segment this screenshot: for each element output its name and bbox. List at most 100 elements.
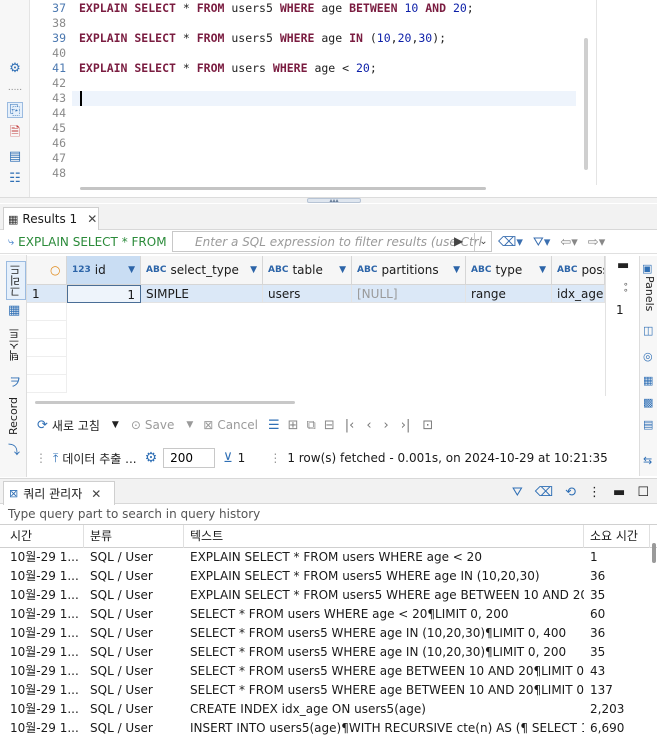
maximize-icon[interactable]: ☐: [637, 485, 649, 500]
chevron-down-icon[interactable]: ▼: [112, 420, 119, 430]
execute-script-icon[interactable]: ⎘: [7, 102, 23, 118]
history-row[interactable]: 10월-29 1... SQL / User SELECT * FROM users…: [0, 662, 650, 681]
column-header-id[interactable]: 123 id ▼: [67, 256, 141, 285]
history-row[interactable]: 10월-29 1... SQL / User EXPLAIN SELECT * FR…: [0, 548, 650, 567]
new-script-icon[interactable]: 🗎: [7, 125, 23, 142]
view-text-tab[interactable]: 텍스트: [7, 328, 23, 361]
panels-icon[interactable]: ▣: [642, 262, 652, 275]
previous-page-icon[interactable]: ‹: [366, 418, 371, 433]
add-row-icon[interactable]: ⊞: [288, 418, 299, 433]
eraser-icon[interactable]: ⌫▾: [498, 235, 523, 250]
refresh-history-icon[interactable]: ⟲: [565, 485, 576, 500]
sql-editor[interactable]: ⚙ ..... ⎘ 🗎 ▤ ☷ 37 38 39 40 41 42 43 44 45 46 47 48…: [0, 0, 657, 203]
export-data-button[interactable]: ⤒ 데이터 추출 ...: [53, 450, 137, 467]
code-line[interactable]: EXPLAIN SELECT * FROM users5 WHERE age I…: [79, 31, 446, 46]
forward-arrow-icon[interactable]: ⇨▾: [588, 235, 605, 250]
column-header-table[interactable]: ABC table ▼: [263, 256, 352, 285]
filter-icon[interactable]: ⛛: [512, 485, 523, 500]
text-view-icon[interactable]: ヲ: [9, 373, 21, 390]
settings-icon[interactable]: ⚙: [145, 450, 158, 466]
editor-horizontal-scrollbar[interactable]: [80, 187, 486, 190]
query-history-scrollbar[interactable]: [652, 543, 656, 563]
history-column-header[interactable]: 텍스트: [184, 525, 584, 548]
panel-tool-icon-6[interactable]: ⇆: [643, 454, 652, 467]
history-column-header[interactable]: 시간: [4, 525, 84, 548]
tab-query-manager[interactable]: ⊠ 쿼리 관리자 ✕: [3, 481, 115, 505]
last-page-icon[interactable]: ›|: [401, 418, 411, 433]
grid-cell[interactable]: 1: [67, 285, 141, 303]
code-area[interactable]: EXPLAIN SELECT * FROM users5 WHERE age B…: [72, 0, 582, 185]
cancel-button[interactable]: ⊠ Cancel: [203, 418, 258, 432]
panel-tool-icon-2[interactable]: ◎: [643, 350, 653, 363]
close-icon[interactable]: ✕: [87, 212, 97, 226]
grid-view-icon[interactable]: ▦: [8, 303, 20, 318]
menu-icon[interactable]: ⋮: [588, 485, 601, 500]
editor-vertical-scrollbar[interactable]: [584, 38, 588, 170]
grid-cell[interactable]: [NULL]: [352, 285, 466, 303]
sort-icon[interactable]: ▼: [539, 265, 546, 275]
clear-history-icon[interactable]: ⌫: [535, 485, 553, 500]
panel-tool-icon-4[interactable]: ▩: [643, 396, 653, 409]
outline-icon[interactable]: ☷: [7, 170, 23, 186]
sort-icon[interactable]: ▼: [453, 265, 460, 275]
grid-cell[interactable]: users: [263, 285, 352, 303]
copy-row-icon[interactable]: ⧉: [307, 418, 316, 433]
column-header-type[interactable]: ABC type ▼: [466, 256, 552, 285]
history-row[interactable]: 10월-29 1... SQL / User SELECT * FROM users…: [0, 681, 650, 700]
query-history-table[interactable]: 10월-29 1... SQL / User EXPLAIN SELECT * FR…: [0, 548, 650, 744]
first-page-icon[interactable]: |‹: [345, 418, 355, 433]
grid-horizontal-scrollbar[interactable]: [35, 401, 295, 404]
code-line[interactable]: EXPLAIN SELECT * FROM users5 WHERE age B…: [79, 1, 474, 16]
history-row[interactable]: 10월-29 1... SQL / User SELECT * FROM users…: [0, 605, 650, 624]
grid-cell[interactable]: SIMPLE: [141, 285, 263, 303]
history-column-header[interactable]: 분류: [84, 525, 184, 548]
view-record-tab[interactable]: Record: [7, 397, 20, 435]
minimize-icon[interactable]: ▬: [613, 485, 625, 500]
back-arrow-icon[interactable]: ⇦▾: [560, 235, 577, 250]
tab-results-1[interactable]: ▦ Results 1 ✕: [3, 207, 99, 230]
column-menu-icon[interactable]: ▬: [617, 258, 629, 273]
delete-row-icon[interactable]: ⊟: [324, 418, 335, 433]
history-column-header[interactable]: 소요 시간: [584, 525, 650, 548]
panel-tool-icon-3[interactable]: ▦: [643, 374, 653, 387]
history-row[interactable]: 10월-29 1... SQL / User SELECT * FROM users…: [0, 624, 650, 643]
next-page-icon[interactable]: ›: [384, 418, 389, 433]
view-grid-tab[interactable]: 그리드: [6, 261, 26, 300]
sort-icon[interactable]: ▼: [250, 265, 257, 275]
gear-icon[interactable]: ⚙: [7, 60, 23, 76]
filter-expression-input[interactable]: Enter a SQL expression to filter results…: [172, 231, 492, 252]
panel-tool-icon-1[interactable]: ◫: [643, 324, 653, 337]
column-header-possi[interactable]: ABCpossi: [552, 256, 605, 285]
chevron-down-icon[interactable]: ▼: [186, 420, 193, 430]
panel-tool-icon-5[interactable]: ▤: [643, 418, 653, 431]
close-icon[interactable]: ✕: [91, 487, 101, 501]
explain-plan-icon[interactable]: ▤: [7, 148, 23, 164]
query-history-search-input[interactable]: Type query part to search in query histo…: [0, 504, 657, 525]
fetch-size-input[interactable]: [163, 448, 216, 468]
splitter-handle[interactable]: ▴▴▴: [307, 198, 361, 204]
edit-row-icon[interactable]: ☰: [268, 418, 280, 433]
column-header-select-type[interactable]: ABC select_type ▼: [141, 256, 263, 285]
history-row[interactable]: 10월-29 1... SQL / User EXPLAIN SELECT * FR…: [0, 586, 650, 605]
column-header-partitions[interactable]: ABC partitions ▼: [352, 256, 466, 285]
history-row[interactable]: 10월-29 1... SQL / User EXPLAIN SELECT * FR…: [0, 567, 650, 586]
panels-label[interactable]: Panels: [643, 276, 656, 311]
history-row[interactable]: 10월-29 1... SQL / User SELECT * FROM users…: [0, 643, 650, 662]
grid-cell[interactable]: range: [466, 285, 552, 303]
filter-icon[interactable]: ⛛▾: [533, 235, 550, 250]
history-row[interactable]: 10월-29 1... SQL / User CREATE INDEX idx_ag…: [0, 700, 650, 719]
sort-icon[interactable]: ▼: [128, 265, 135, 275]
save-button[interactable]: ⊙ Save ▼: [131, 418, 193, 432]
fetch-next-icon[interactable]: ⊻: [223, 451, 233, 466]
grid-cell[interactable]: idx_age: [552, 285, 605, 303]
refresh-button[interactable]: ⟳ 새로 고침 ▼: [37, 417, 119, 434]
row-number[interactable]: 1: [27, 285, 67, 303]
sort-icon[interactable]: ▼: [339, 265, 346, 275]
grid-corner[interactable]: ○: [27, 256, 67, 285]
code-line[interactable]: EXPLAIN SELECT * FROM users WHERE age < …: [79, 61, 377, 76]
page-setting-icon[interactable]: ⊡: [422, 418, 433, 433]
apply-filter-icon[interactable]: ▶: [454, 234, 463, 248]
result-grid[interactable]: ○ 123 id ▼ ABC select_type ▼ ABC table ▼ ABC partit…: [27, 256, 605, 396]
record-view-icon[interactable]: ⤵: [8, 441, 20, 458]
drag-handle-icon[interactable]: ∘ ∘: [623, 281, 629, 296]
